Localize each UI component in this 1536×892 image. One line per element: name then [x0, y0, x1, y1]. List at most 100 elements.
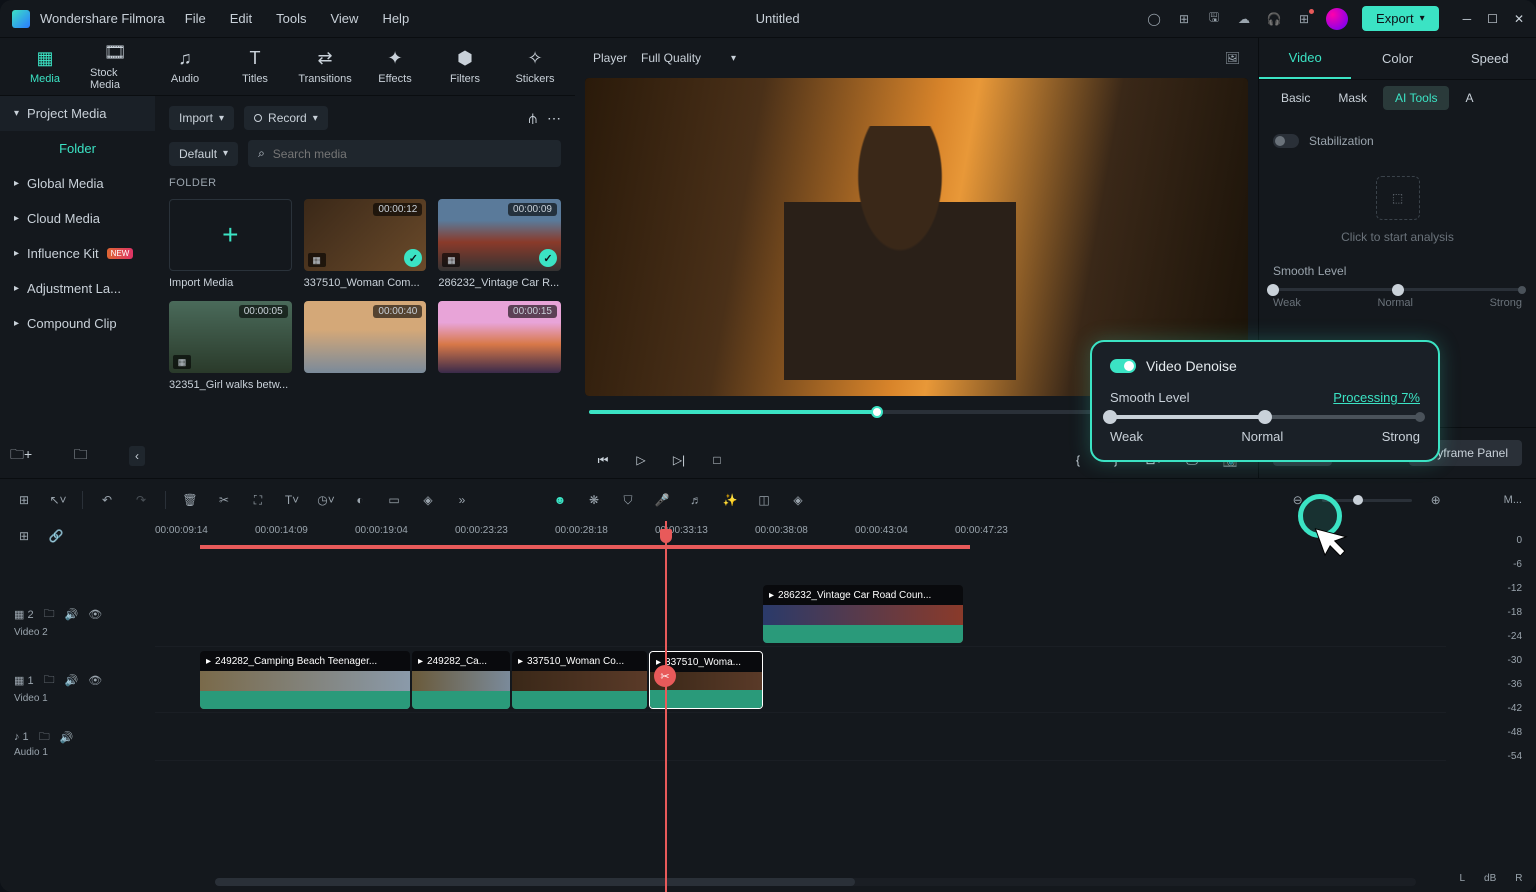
minimize-button[interactable]: ─	[1463, 12, 1472, 26]
save-icon[interactable]: 🖫	[1206, 11, 1222, 27]
menu-file[interactable]: File	[185, 11, 206, 26]
h-scrollbar[interactable]	[215, 878, 1416, 886]
menu-help[interactable]: Help	[382, 11, 409, 26]
tl-mic-icon[interactable]: 🎤	[652, 490, 672, 510]
tl-crop-icon[interactable]: ⛶	[248, 490, 268, 510]
export-button[interactable]: Export▾	[1362, 6, 1439, 31]
tab-filters[interactable]: ⬢Filters	[440, 48, 490, 85]
track-head-video1[interactable]: ▦ 1🗀🔊👁 Video 1	[0, 647, 155, 713]
media-thumb[interactable]: 00:00:09▦✓ 286232_Vintage Car R...	[438, 199, 561, 289]
smooth-slider[interactable]	[1273, 288, 1522, 291]
clip[interactable]: ▸ 286232_Vintage Car Road Coun...	[763, 585, 963, 643]
folder-icon[interactable]: 🗀	[74, 444, 88, 468]
collapse-sidebar-button[interactable]: ‹	[129, 446, 145, 466]
clip[interactable]: ▸ 249282_Camping Beach Teenager...	[200, 651, 410, 709]
close-button[interactable]: ✕	[1514, 12, 1524, 26]
denoise-slider[interactable]	[1110, 415, 1420, 419]
track-video2[interactable]: ▸ 286232_Vintage Car Road Coun...	[155, 581, 1446, 647]
sort-dropdown[interactable]: Default▾	[169, 142, 238, 166]
sidebar-global-media[interactable]: ▸Global Media	[0, 166, 155, 201]
tl-cut-icon[interactable]: ✂	[214, 490, 234, 510]
subtab-aitools[interactable]: AI Tools	[1383, 86, 1449, 110]
menu-tools[interactable]: Tools	[276, 11, 306, 26]
tl-speed-icon[interactable]: ◷˅	[316, 490, 336, 510]
subtab-basic[interactable]: Basic	[1269, 86, 1322, 110]
tl-redo-icon[interactable]: ↷	[131, 490, 151, 510]
cloud-icon[interactable]: ☁	[1236, 11, 1252, 27]
tab-color[interactable]: Color	[1351, 38, 1443, 79]
tab-effects[interactable]: ✦Effects	[370, 48, 420, 85]
tl-music-icon[interactable]: ♬	[686, 490, 706, 510]
denoise-toggle[interactable]	[1110, 359, 1136, 373]
tab-audio[interactable]: ♫Audio	[160, 48, 210, 85]
tl-light-icon[interactable]: ✨	[720, 490, 740, 510]
user-avatar[interactable]	[1326, 8, 1348, 30]
subtab-more[interactable]: A	[1453, 86, 1485, 110]
tl-grid-icon[interactable]: ⊞	[14, 490, 34, 510]
playhead[interactable]: ✂	[665, 521, 667, 892]
tl-text-icon[interactable]: T˅	[282, 490, 302, 510]
import-dropdown[interactable]: Import▾	[169, 106, 234, 130]
tab-titles[interactable]: TTitles	[230, 48, 280, 85]
record-dropdown[interactable]: Record▾	[244, 106, 328, 130]
mark-in-button[interactable]: {	[1066, 448, 1090, 472]
play-button[interactable]: ▷	[629, 448, 653, 472]
maximize-button[interactable]: ☐	[1487, 12, 1498, 26]
tl-ai-icon[interactable]: ☻	[550, 490, 570, 510]
import-media-tile[interactable]: + Import Media	[169, 199, 292, 289]
more-icon[interactable]: ⋯	[547, 110, 561, 127]
media-thumb[interactable]: 00:00:05▦ 32351_Girl walks betw...	[169, 301, 292, 391]
quality-dropdown[interactable]: Full Quality▾	[641, 51, 736, 65]
tab-video[interactable]: Video	[1259, 38, 1351, 79]
sidebar-influence-kit[interactable]: ▸Influence KitNEW	[0, 236, 155, 271]
stop-button[interactable]: □	[705, 448, 729, 472]
filter-icon[interactable]: ⫛	[529, 110, 537, 127]
tab-transitions[interactable]: ⇄Transitions	[300, 48, 350, 85]
tl-enhance-icon[interactable]: ❋	[584, 490, 604, 510]
sidebar-project-media[interactable]: ▾Project Media	[0, 96, 155, 131]
zoom-in-icon[interactable]: ⊕	[1426, 490, 1446, 510]
track-video1[interactable]: ▸ 249282_Camping Beach Teenager... ▸ 249…	[155, 647, 1446, 713]
prev-button[interactable]: ⏮	[591, 448, 615, 472]
tab-speed[interactable]: Speed	[1444, 38, 1536, 79]
tl-marker-icon[interactable]: ◈	[788, 490, 808, 510]
new-folder-icon[interactable]: 🗀+	[10, 444, 32, 468]
next-button[interactable]: ▷|	[667, 448, 691, 472]
snapshot-icon[interactable]: 🖼	[1225, 51, 1240, 65]
sidebar-compound[interactable]: ▸Compound Clip	[0, 306, 155, 341]
tl-link-icon[interactable]: 🔗	[46, 526, 66, 546]
tl-more-icon[interactable]: »	[452, 490, 472, 510]
media-thumb[interactable]: 00:00:15	[438, 301, 561, 391]
tl-keyframe-icon[interactable]: ◈	[418, 490, 438, 510]
clip[interactable]: ▸ 249282_Ca...	[412, 651, 510, 709]
tab-stickers[interactable]: ✧Stickers	[510, 48, 560, 85]
tl-color-icon[interactable]: ◐	[350, 490, 370, 510]
search-box[interactable]: ⌕	[248, 140, 561, 167]
tl-shield-icon[interactable]: ⛉	[618, 490, 638, 510]
analysis-icon[interactable]: ⬚	[1376, 176, 1420, 220]
menu-view[interactable]: View	[330, 11, 358, 26]
tl-pointer-icon[interactable]: ↖˅	[48, 490, 68, 510]
screen-icon[interactable]: ⊞	[1176, 11, 1192, 27]
track-head-audio1[interactable]: ♪ 1🗀🔊 Audio 1	[0, 713, 155, 761]
media-thumb[interactable]: 00:00:40	[304, 301, 427, 391]
track-head-video2[interactable]: ▦ 2🗀🔊👁 Video 2	[0, 581, 155, 647]
media-thumb[interactable]: 00:00:12▦✓ 337510_Woman Com...	[304, 199, 427, 289]
sidebar-adjustment[interactable]: ▸Adjustment La...	[0, 271, 155, 306]
tab-media[interactable]: ▦Media	[20, 48, 70, 85]
tl-delete-icon[interactable]: 🗑	[180, 490, 200, 510]
tl-mask-icon[interactable]: ▭	[384, 490, 404, 510]
clip[interactable]: ▸ 337510_Woman Co...	[512, 651, 647, 709]
tl-frame-icon[interactable]: ◫	[754, 490, 774, 510]
tab-stock[interactable]: 🎞Stock Media	[90, 42, 140, 91]
subtab-mask[interactable]: Mask	[1326, 86, 1379, 110]
sidebar-folder[interactable]: Folder	[0, 131, 155, 166]
tl-undo-icon[interactable]: ↶	[97, 490, 117, 510]
cut-at-playhead-icon[interactable]: ✂	[654, 665, 676, 687]
tl-expand-icon[interactable]: ⊞	[14, 526, 34, 546]
headphones-icon[interactable]: 🎧	[1266, 11, 1282, 27]
stabilization-toggle[interactable]	[1273, 134, 1299, 148]
menu-edit[interactable]: Edit	[230, 11, 252, 26]
timeline-tracks[interactable]: 00:00:09:14 00:00:14:09 00:00:19:04 00:0…	[155, 521, 1446, 892]
sidebar-cloud-media[interactable]: ▸Cloud Media	[0, 201, 155, 236]
